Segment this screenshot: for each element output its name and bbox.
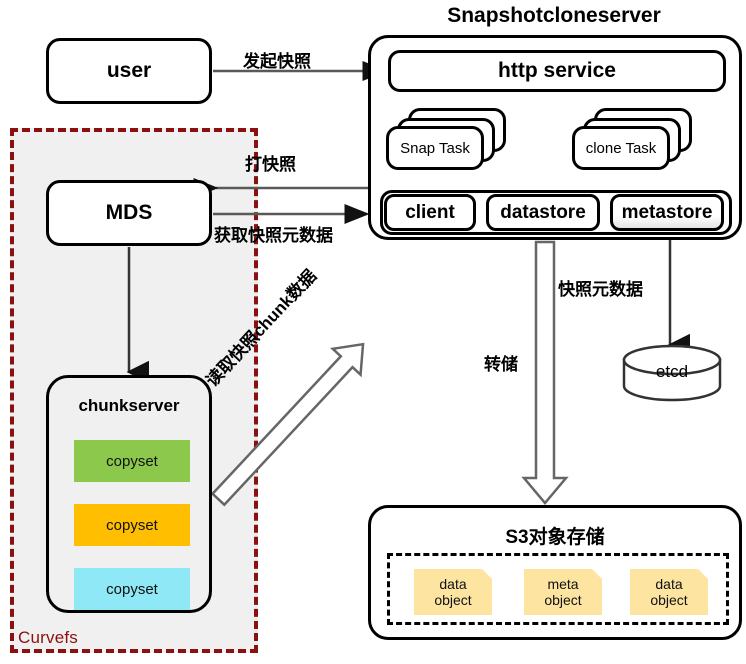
- s3-object-note[interactable]: data object: [630, 569, 708, 615]
- s3-object-group: data object meta object data object: [387, 553, 729, 625]
- curvefs-region-label: Curvefs: [18, 628, 78, 647]
- node-mds[interactable]: MDS: [46, 180, 212, 246]
- s3-object-note[interactable]: data object: [414, 569, 492, 615]
- snapshotcloneserver-title: Snapshotcloneserver: [447, 4, 661, 27]
- s3-title: S3对象存储: [505, 527, 605, 548]
- clone-task-label: clone Task: [585, 139, 657, 157]
- s3-object-line1: data: [655, 575, 683, 592]
- s3-object-note[interactable]: meta object: [524, 569, 602, 615]
- copyset-item[interactable]: copyset: [74, 504, 190, 546]
- s3-object-line2: object: [650, 592, 688, 608]
- snap-task-label: Snap Task: [400, 139, 470, 157]
- s3-object-line1: data: [439, 575, 467, 592]
- snap-task-layer-front: Snap Task: [386, 126, 484, 170]
- s3-object-line1: meta: [547, 575, 579, 592]
- diagram-canvas: Curvefs user MDS chunkserver copyset cop…: [0, 0, 746, 664]
- chunkserver-title: chunkserver: [78, 396, 180, 415]
- copyset-item[interactable]: copyset: [74, 568, 190, 610]
- node-s3-object-storage[interactable]: S3对象存储 data object meta object data obje…: [368, 505, 742, 640]
- node-client[interactable]: client: [384, 194, 476, 231]
- copyset-item[interactable]: copyset: [74, 440, 190, 482]
- flow-label-initiate-snapshot: 发起快照: [243, 52, 311, 71]
- flow-label-take-snapshot: 打快照: [245, 155, 296, 174]
- node-etcd[interactable]: etcd: [624, 348, 720, 398]
- node-chunkserver[interactable]: chunkserver copyset copyset copyset: [46, 375, 212, 613]
- s3-object-line2: object: [544, 592, 582, 608]
- clone-task-layer-front: clone Task: [572, 126, 670, 170]
- flow-label-snapshot-metadata: 快照元数据: [558, 280, 643, 299]
- s3-object-line2: object: [434, 592, 472, 608]
- node-datastore[interactable]: datastore: [486, 194, 600, 231]
- node-user[interactable]: user: [46, 38, 212, 104]
- flow-label-dump: 转储: [484, 355, 518, 374]
- flow-label-get-snapshot-metadata: 获取快照元数据: [214, 226, 333, 245]
- etcd-label: etcd: [655, 362, 689, 381]
- node-metastore[interactable]: metastore: [610, 194, 724, 231]
- node-clone-task[interactable]: clone Task: [572, 108, 692, 170]
- node-http-service[interactable]: http service: [388, 50, 726, 92]
- node-snap-task[interactable]: Snap Task: [386, 108, 506, 170]
